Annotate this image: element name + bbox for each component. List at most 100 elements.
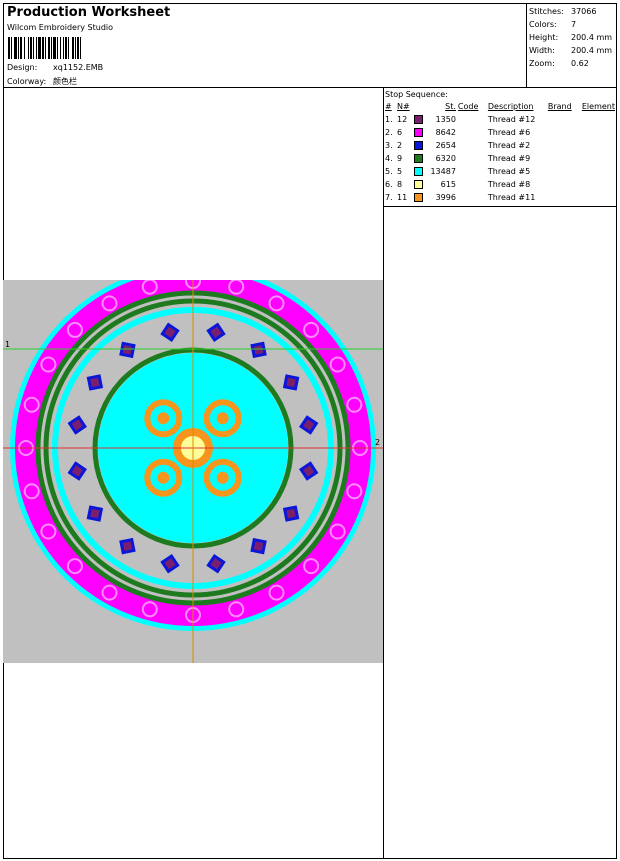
colorway-value: 颜色栏 (53, 77, 77, 86)
header-info: Production Worksheet Wilcom Embroidery S… (3, 3, 527, 87)
row-index: 4. (385, 154, 393, 163)
design-row: Design: xq1152.EMB (7, 63, 103, 72)
table-row: 6. 8 615 Thread #8 (385, 178, 617, 191)
row-index: 3. (385, 141, 393, 150)
diamond-center (286, 377, 296, 388)
row-needle: 11 (396, 193, 408, 202)
stat-colors: Colors: 7 (529, 20, 577, 29)
row-swatch (413, 126, 430, 139)
col-header-swatch (414, 101, 430, 113)
col-header-brand: Brand (547, 102, 572, 111)
stat-stitches: Stitches: 37066 (529, 7, 597, 16)
embroidery-design-image (3, 265, 383, 663)
row-element (582, 113, 617, 126)
row-stitches: 8642 (435, 128, 456, 137)
row-index: 2. (385, 128, 393, 137)
row-element (582, 126, 617, 139)
stat-width: Width: 200.4 mm (529, 46, 613, 55)
design-value: xq1152.EMB (53, 63, 104, 72)
row-swatch (413, 113, 430, 126)
color-swatch (413, 167, 423, 176)
diamond-center (90, 377, 100, 388)
guide-label-right: 2 (375, 438, 381, 447)
col-header-index: # (385, 102, 392, 111)
stat-height: Height: 200.4 mm (529, 33, 613, 42)
row-code (458, 178, 488, 191)
row-brand (548, 191, 582, 204)
row-element (582, 191, 617, 204)
row-element (582, 165, 617, 178)
table-row: 5. 5 13487 Thread #5 (385, 165, 617, 178)
color-swatch (413, 128, 423, 137)
row-element (582, 178, 617, 191)
row-stitches: 13487 (430, 167, 456, 176)
row-needle: 12 (396, 115, 408, 124)
col-header-code: Code (457, 102, 479, 111)
table-row: 7. 11 3996 Thread #11 (385, 191, 617, 204)
row-index: 6. (385, 180, 393, 189)
stop-sequence-divider (383, 206, 617, 207)
row-description: Thread #11 (487, 193, 536, 202)
row-brand (548, 165, 582, 178)
color-swatch (413, 115, 423, 124)
stop-sequence-panel: Stop Sequence: # N# St. Code Description… (385, 89, 617, 204)
table-row: 3. 2 2654 Thread #2 (385, 139, 617, 152)
row-needle: 9 (396, 154, 403, 163)
diamond-center (286, 508, 296, 519)
row-description: Thread #8 (487, 180, 531, 189)
row-code (458, 126, 488, 139)
row-needle: 6 (396, 128, 403, 137)
stop-sequence-title: Stop Sequence: (385, 90, 448, 99)
colorway-label: Colorway: (7, 77, 47, 86)
stop-sequence-table: # N# St. Code Description Brand Element … (385, 101, 617, 204)
col-header-n: N# (396, 102, 410, 111)
row-swatch (413, 165, 430, 178)
orange-swirl-core (157, 412, 170, 425)
orange-swirl-core (216, 412, 229, 425)
row-brand (548, 113, 582, 126)
row-description: Thread #9 (487, 154, 531, 163)
row-stitches: 6320 (435, 154, 456, 163)
table-row: 4. 9 6320 Thread #9 (385, 152, 617, 165)
software-name: Wilcom Embroidery Studio (7, 23, 114, 32)
diamond-center (253, 541, 264, 551)
row-description: Thread #5 (487, 167, 531, 176)
stats-panel: Stitches: 37066 Colors: 7 Height: 200.4 mm … (529, 5, 617, 70)
diamond-center (122, 541, 133, 551)
col-header-description: Description (487, 102, 534, 111)
row-stitches: 615 (440, 180, 456, 189)
row-index: 5. (385, 167, 393, 176)
row-needle: 2 (396, 141, 403, 150)
row-stitches: 3996 (435, 193, 456, 202)
row-code (458, 152, 488, 165)
color-swatch (413, 141, 423, 150)
color-swatch (413, 154, 423, 163)
header-divider-horizontal (3, 87, 617, 88)
row-brand (548, 139, 582, 152)
row-needle: 8 (396, 180, 403, 189)
row-index: 7. (385, 193, 393, 202)
row-element (582, 139, 617, 152)
diamond-center (90, 508, 100, 519)
row-swatch (413, 139, 430, 152)
row-code (458, 165, 488, 178)
diamond-center (122, 345, 133, 355)
row-index: 1. (385, 115, 393, 124)
row-description: Thread #2 (487, 141, 531, 150)
col-header-element: Element (581, 102, 615, 111)
header-divider-vertical (526, 3, 527, 88)
row-brand (548, 126, 582, 139)
table-row: 2. 6 8642 Thread #6 (385, 126, 617, 139)
guide-label-left: 1 (5, 340, 11, 349)
orange-swirl-core (216, 471, 229, 484)
row-element (582, 152, 617, 165)
row-description: Thread #6 (487, 128, 531, 137)
row-stitches: 2654 (435, 141, 456, 150)
color-swatch (413, 193, 423, 202)
row-stitches: 1350 (435, 115, 456, 124)
row-code (458, 113, 488, 126)
main-divider (383, 87, 384, 859)
row-brand (548, 152, 582, 165)
row-swatch (413, 191, 430, 204)
orange-swirl-core (157, 471, 170, 484)
